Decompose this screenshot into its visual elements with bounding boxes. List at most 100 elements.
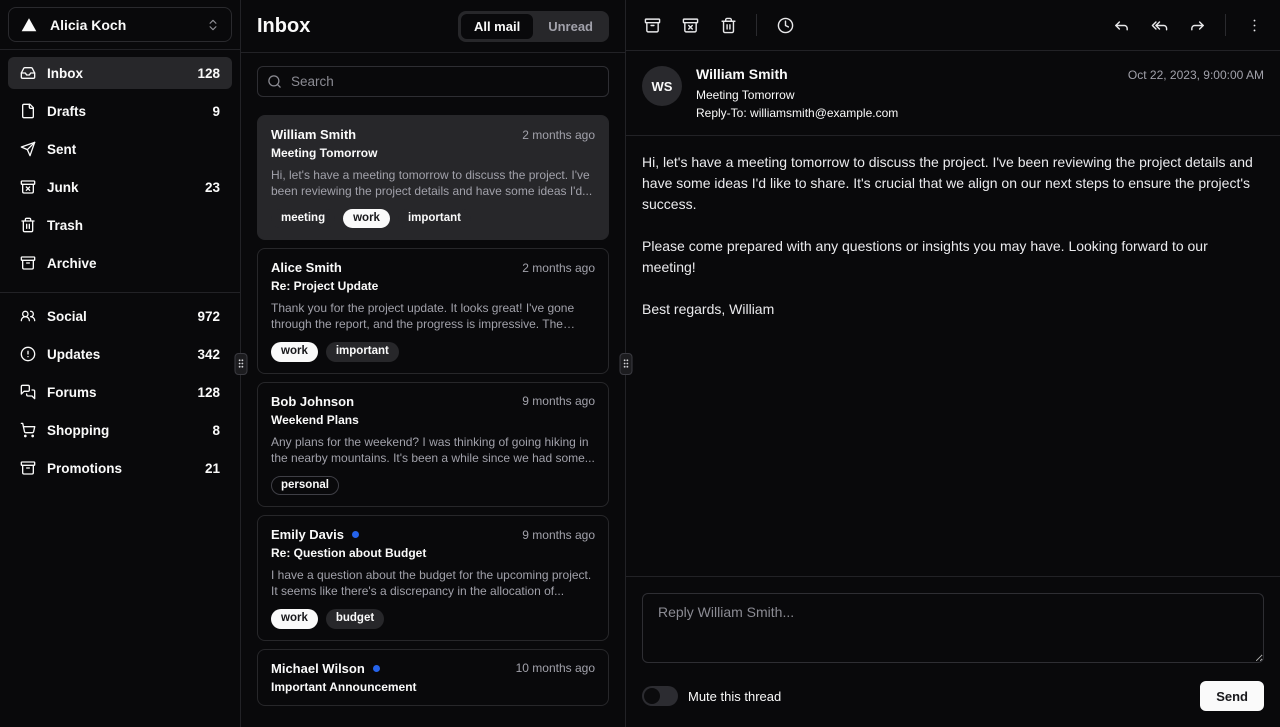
tab-unread[interactable]: Unread (535, 14, 606, 39)
reply-to-label: Reply-To: (696, 106, 747, 120)
email-list-item[interactable]: Alice Smith2 months agoRe: Project Updat… (257, 248, 609, 373)
sidebar-item-junk[interactable]: Junk23 (8, 171, 232, 203)
email-subject: Re: Question about Budget (271, 546, 595, 560)
tag-badge: important (326, 342, 399, 362)
tag-badge: work (271, 609, 318, 629)
trash-icon (20, 217, 36, 233)
sidebar-nav-primary: Inbox 128 Drafts 9 Sent Junk23 Trash Archive (0, 50, 240, 292)
unread-dot (352, 531, 359, 538)
search-input[interactable] (257, 66, 609, 97)
tab-all-mail[interactable]: All mail (461, 14, 533, 39)
reply-section: Mute this thread Send (626, 577, 1280, 727)
mail-tabs: All mail Unread (458, 11, 609, 42)
search-icon (267, 74, 282, 89)
sidebar-item-forums[interactable]: Forums128 (8, 376, 232, 408)
email-list-item[interactable]: Michael Wilson10 months agoImportant Ann… (257, 649, 609, 706)
account-name: Alicia Koch (50, 17, 126, 33)
sidebar-item-inbox[interactable]: Inbox 128 (8, 57, 232, 89)
alert-circle-icon (20, 346, 36, 362)
sidebar-item-count: 128 (197, 385, 220, 400)
users-icon (20, 308, 36, 324)
reply-textarea[interactable] (642, 593, 1264, 663)
archive-icon (20, 255, 36, 271)
panel-resize-handle[interactable] (619, 353, 632, 375)
email-time: 9 months ago (522, 394, 595, 408)
sidebar-nav-secondary: Social972 Updates 342 Forums128 Shopping 8 Pro… (0, 293, 240, 497)
sidebar-item-updates[interactable]: Updates 342 (8, 338, 232, 370)
sidebar-item-promotions[interactable]: Promotions21 (8, 452, 232, 484)
email-subject: Weekend Plans (271, 413, 595, 427)
email-subject: Re: Project Update (271, 279, 595, 293)
archive-x-button[interactable] (672, 7, 708, 43)
toolbar-right-group (1103, 7, 1272, 43)
mute-toggle[interactable] (642, 686, 678, 706)
archive-button[interactable] (634, 7, 670, 43)
tag-badge: important (398, 209, 471, 229)
reply-icon (1113, 17, 1130, 34)
sidebar-item-shopping[interactable]: Shopping 8 (8, 414, 232, 446)
email-snippet: Any plans for the weekend? I was thinkin… (271, 435, 595, 467)
forward-button[interactable] (1179, 7, 1215, 43)
toolbar-left-group (634, 7, 803, 43)
trash-button[interactable] (710, 7, 746, 43)
logo-triangle-icon (20, 16, 38, 34)
toolbar-separator (1225, 14, 1226, 36)
sidebar-item-count: 9 (212, 104, 220, 119)
email-subject: Meeting Tomorrow (271, 146, 595, 160)
send-button[interactable]: Send (1200, 681, 1264, 711)
message-meta: William Smith Meeting Tomorrow Reply-To:… (696, 66, 898, 120)
panel-resize-handle[interactable] (234, 353, 247, 375)
sidebar-item-social[interactable]: Social972 (8, 300, 232, 332)
sidebar-item-count: 972 (197, 309, 220, 324)
sidebar-item-label: Shopping (47, 423, 109, 438)
sidebar-item-sent[interactable]: Sent (8, 133, 232, 165)
reply-to-address: williamsmith@example.com (750, 106, 898, 120)
email-tags: work budget (271, 609, 595, 629)
unread-dot (373, 665, 380, 672)
panel-divider (625, 0, 626, 727)
email-list-item[interactable]: William Smith2 months agoMeeting Tomorro… (257, 115, 609, 240)
sidebar-item-label: Drafts (47, 104, 86, 119)
more-vertical-button[interactable] (1236, 7, 1272, 43)
clock-button[interactable] (767, 7, 803, 43)
reply-button[interactable] (1103, 7, 1139, 43)
email-list-item[interactable]: Emily Davis9 months agoRe: Question abou… (257, 515, 609, 640)
reply-all-button[interactable] (1141, 7, 1177, 43)
sidebar-item-count: 342 (197, 347, 220, 362)
email-tags: personal (271, 476, 595, 496)
email-tags: workimportant (271, 342, 595, 362)
sidebar-item-label: Promotions (47, 461, 122, 476)
reply-to-line: Reply-To: williamsmith@example.com (696, 106, 898, 120)
email-list-item[interactable]: Bob Johnson9 months agoWeekend PlansAny … (257, 382, 609, 507)
page-title: Inbox (257, 15, 310, 38)
toggle-thumb (644, 688, 660, 704)
email-sender: Michael Wilson (271, 661, 365, 676)
chevrons-up-down-icon (206, 18, 220, 32)
archive-x-icon (20, 179, 36, 195)
email-snippet: Thank you for the project update. It loo… (271, 301, 595, 333)
sidebar: Alicia Koch Inbox 128 Drafts 9 Sent Junk23 Tra… (0, 0, 240, 727)
email-sender: William Smith (271, 127, 356, 142)
sidebar-item-count: 8 (212, 423, 220, 438)
email-time: 10 months ago (516, 661, 595, 675)
send-icon (20, 141, 36, 157)
sidebar-item-archive[interactable]: Archive (8, 247, 232, 279)
sidebar-item-label: Archive (47, 256, 97, 271)
list-header: Inbox All mail Unread (241, 0, 625, 52)
sidebar-item-trash[interactable]: Trash (8, 209, 232, 241)
email-snippet: I have a question about the budget for t… (271, 568, 595, 600)
tag-badge: budget (326, 609, 384, 629)
avatar: WS (642, 66, 682, 106)
sidebar-item-label: Inbox (47, 66, 83, 81)
clock-icon (777, 17, 794, 34)
forward-icon (1189, 17, 1206, 34)
account-switcher[interactable]: Alicia Koch (8, 7, 232, 42)
sidebar-item-label: Updates (47, 347, 100, 362)
message-date: Oct 22, 2023, 9:00:00 AM (1128, 66, 1264, 120)
email-snippet: Hi, let's have a meeting tomorrow to dis… (271, 168, 595, 200)
sidebar-item-count: 128 (197, 66, 220, 81)
more-vertical-icon (1246, 17, 1263, 34)
tag-badge: personal (271, 476, 339, 496)
sidebar-item-drafts[interactable]: Drafts 9 (8, 95, 232, 127)
file-icon (20, 103, 36, 119)
